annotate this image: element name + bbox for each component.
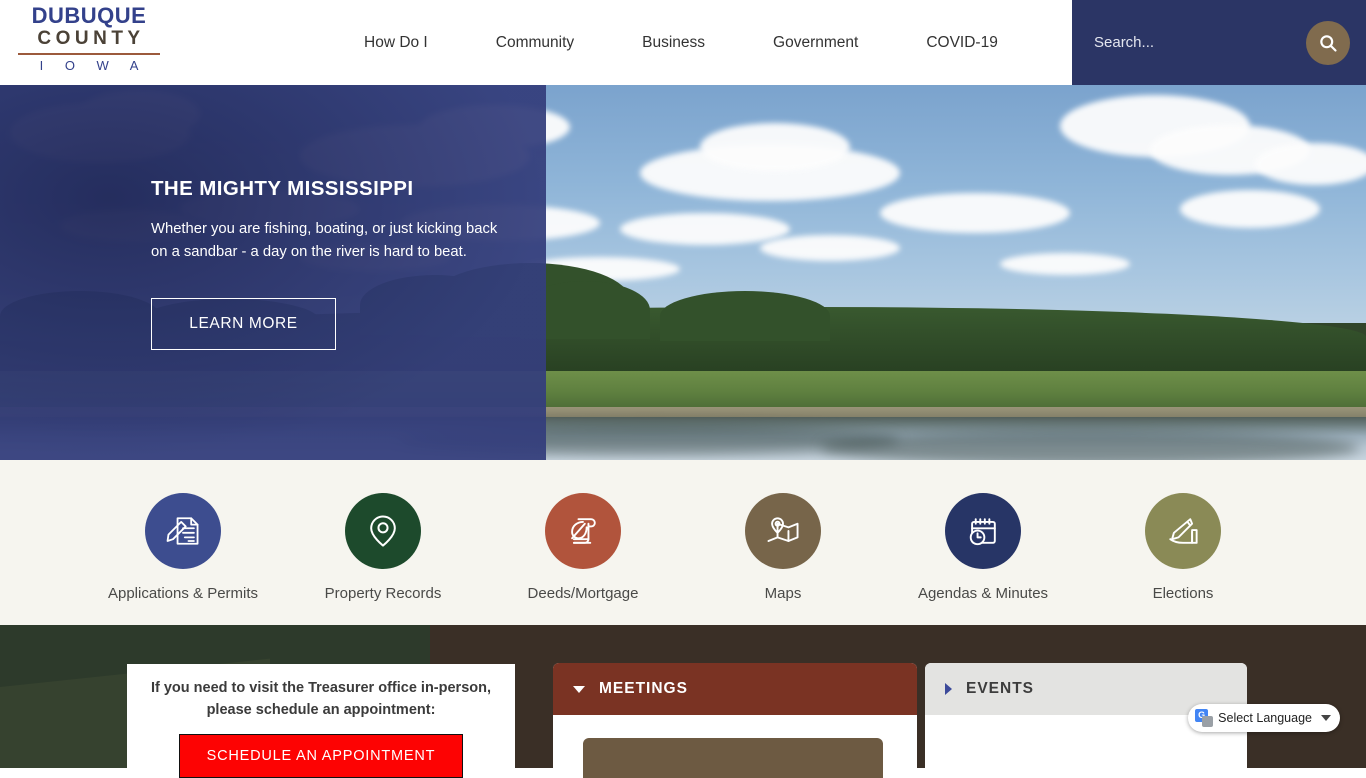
- search-button[interactable]: [1306, 20, 1350, 65]
- google-translate-widget[interactable]: G Select Language: [1188, 704, 1340, 732]
- quick-link-label: Deeds/Mortgage: [527, 585, 639, 602]
- cloud: [1255, 143, 1366, 185]
- schedule-appointment-button[interactable]: SCHEDULE AN APPOINTMENT: [179, 733, 463, 778]
- treasurer-notice-card: If you need to visit the Treasurer offic…: [127, 664, 515, 778]
- nav-item-community[interactable]: Community: [462, 34, 608, 52]
- site-header: DUBUQUE COUNTY I O W A How Do I Communit…: [0, 0, 1366, 85]
- quick-link-elections[interactable]: Elections: [1083, 493, 1283, 602]
- quick-link-deeds-mortgage[interactable]: Deeds/Mortgage: [483, 493, 683, 602]
- cloud: [760, 235, 900, 261]
- logo-line-iowa: I O W A: [39, 57, 148, 73]
- tab-meetings-label: MEETINGS: [599, 680, 688, 697]
- logo-line-county: COUNTY: [37, 28, 145, 50]
- tab-meetings[interactable]: MEETINGS: [553, 663, 917, 715]
- cloud: [700, 123, 850, 171]
- hero-banner: THE MIGHTY MISSISSIPPI Whether you are f…: [0, 85, 1366, 460]
- quick-links-bar: Applications & Permits Property Records …: [0, 460, 1366, 625]
- quick-link-maps[interactable]: Maps: [683, 493, 883, 602]
- quick-link-applications-permits[interactable]: Applications & Permits: [83, 493, 283, 602]
- cloud: [620, 213, 790, 245]
- quick-link-label: Elections: [1152, 585, 1214, 602]
- logo-line-dubuque: DUBUQUE: [31, 3, 147, 28]
- quick-link-icon-circle: [145, 493, 221, 569]
- quick-link-icon-circle: [345, 493, 421, 569]
- quick-link-label: Maps: [764, 585, 802, 602]
- caret-down-icon: [573, 685, 585, 693]
- learn-more-button[interactable]: LEARN MORE: [151, 297, 336, 350]
- nav-item-government[interactable]: Government: [739, 34, 892, 52]
- quick-link-label: Agendas & Minutes: [917, 585, 1049, 602]
- cloud: [1000, 253, 1130, 275]
- nav-item-business[interactable]: Business: [608, 34, 739, 52]
- cloud: [1180, 190, 1320, 228]
- site-logo[interactable]: DUBUQUE COUNTY I O W A: [14, 4, 164, 73]
- tab-events-label: EVENTS: [966, 680, 1035, 697]
- quick-link-icon-circle: [745, 493, 821, 569]
- tree-cluster: [660, 291, 830, 341]
- calendar-clock-icon: [969, 518, 996, 546]
- meeting-list-item[interactable]: [583, 738, 883, 778]
- search-icon: [1320, 34, 1337, 52]
- quill-scroll-icon: [571, 518, 596, 544]
- quick-link-label: Property Records: [324, 585, 442, 602]
- treasurer-message-line-1: If you need to visit the Treasurer offic…: [150, 680, 491, 696]
- hero-content: THE MIGHTY MISSISSIPPI Whether you are f…: [151, 177, 571, 350]
- quick-link-icon-circle: [1145, 493, 1221, 569]
- quick-link-label: Applications & Permits: [107, 585, 259, 602]
- treasurer-message-line-2: please schedule an appointment:: [206, 701, 436, 718]
- meetings-panel: MEETINGS: [553, 663, 917, 778]
- document-pencil-icon: [166, 517, 199, 545]
- nav-item-covid-19[interactable]: COVID-19: [892, 34, 1032, 52]
- logo-divider: [18, 52, 160, 55]
- search-bar: [1072, 0, 1366, 85]
- hand-ballot-icon: [1169, 518, 1198, 544]
- select-language-label: Select Language: [1218, 711, 1312, 725]
- google-translate-icon: G: [1195, 709, 1214, 727]
- quick-link-icon-circle: [945, 493, 1021, 569]
- quick-link-agendas-minutes[interactable]: Agendas & Minutes: [883, 493, 1083, 602]
- chevron-down-icon: [1321, 715, 1331, 721]
- water-shadow: [820, 430, 1360, 460]
- cloud: [880, 193, 1070, 233]
- main-navigation: How Do I Community Business Government C…: [330, 0, 1032, 85]
- search-input[interactable]: [1094, 34, 1306, 51]
- quick-link-property-records[interactable]: Property Records: [283, 493, 483, 602]
- hero-description: Whether you are fishing, boating, or jus…: [151, 221, 498, 260]
- folded-map-icon: [767, 517, 799, 542]
- map-pin-icon: [370, 515, 396, 547]
- nav-item-how-do-i[interactable]: How Do I: [330, 34, 462, 52]
- quick-link-icon-circle: [545, 493, 621, 569]
- hero-title: THE MIGHTY MISSISSIPPI: [151, 177, 414, 200]
- caret-right-icon: [945, 683, 952, 695]
